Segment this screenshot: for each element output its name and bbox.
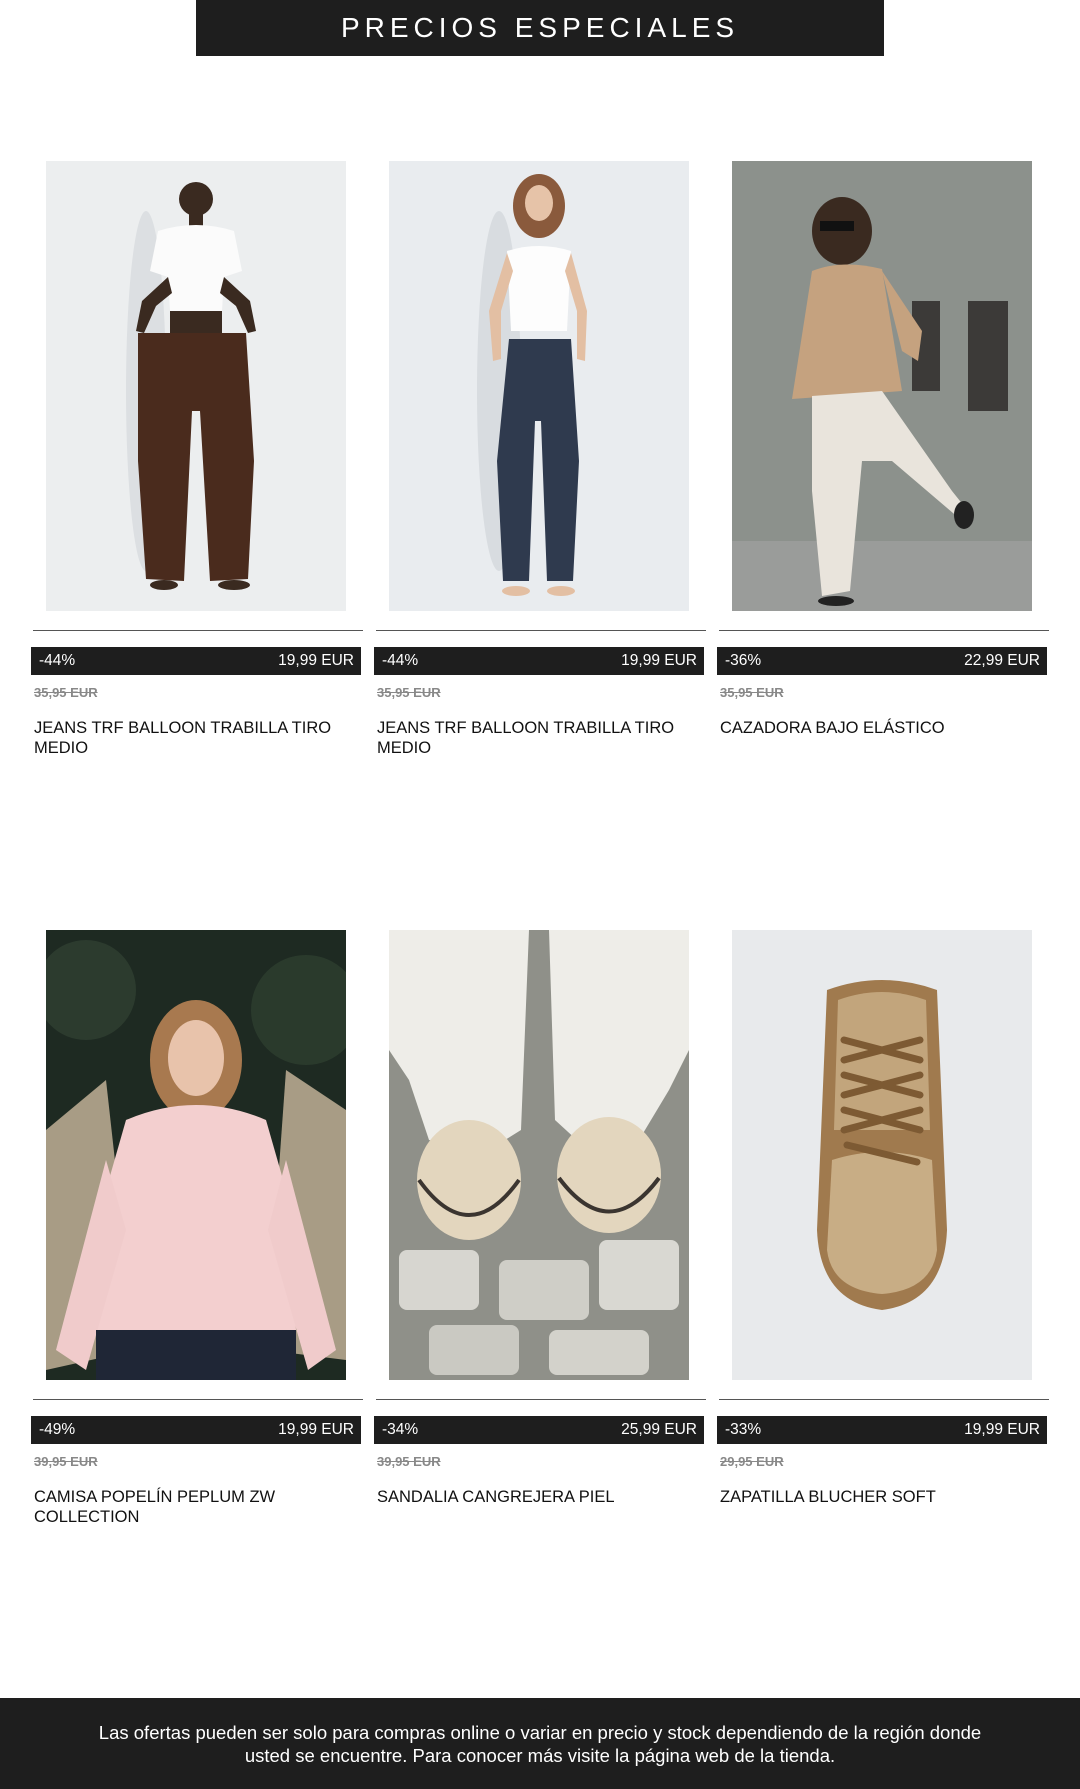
divider [33, 1399, 363, 1400]
dark-blue-jeans-photo [389, 161, 689, 611]
product-image[interactable] [732, 930, 1032, 1380]
original-price: 35,95 EUR [720, 685, 784, 700]
price-bar: -33% 19,99 EUR [717, 1416, 1047, 1444]
discount-badge: -33% [725, 1421, 762, 1438]
page-title: PRECIOS ESPECIALES [340, 12, 740, 43]
header-banner: PRECIOS ESPECIALES [196, 0, 884, 56]
pink-shirt-photo [46, 930, 346, 1380]
price-bar: -44% 19,99 EUR [31, 647, 361, 675]
original-price: 35,95 EUR [34, 685, 98, 700]
discount-badge: -34% [382, 1421, 419, 1438]
divider [719, 630, 1049, 631]
sale-price: 19,99 EUR [621, 652, 697, 669]
original-price: 39,95 EUR [377, 1454, 441, 1469]
product-image[interactable] [46, 930, 346, 1380]
divider [376, 1399, 706, 1400]
footer-disclaimer: Las ofertas pueden ser solo para compras… [0, 1698, 1080, 1789]
brown-wide-jeans-photo [46, 161, 346, 611]
sale-price: 19,99 EUR [278, 1421, 354, 1438]
price-bar: -44% 19,99 EUR [374, 647, 704, 675]
sale-price: 22,99 EUR [964, 652, 1040, 669]
leather-sandals-photo [389, 930, 689, 1380]
product-image[interactable] [389, 930, 689, 1380]
divider [719, 1399, 1049, 1400]
divider [376, 630, 706, 631]
product-image[interactable] [732, 161, 1032, 611]
suede-sneaker-photo [732, 930, 1032, 1380]
product-name[interactable]: CAZADORA BAJO ELÁSTICO [720, 718, 1040, 738]
product-image[interactable] [46, 161, 346, 611]
original-price: 35,95 EUR [377, 685, 441, 700]
divider [33, 630, 363, 631]
beige-jacket-photo [732, 161, 1032, 611]
discount-badge: -36% [725, 652, 762, 669]
sale-price: 25,99 EUR [621, 1421, 697, 1438]
original-price: 29,95 EUR [720, 1454, 784, 1469]
original-price: 39,95 EUR [34, 1454, 98, 1469]
disclaimer-text: Las ofertas pueden ser solo para compras… [98, 1721, 982, 1766]
discount-badge: -44% [39, 652, 76, 669]
product-name[interactable]: ZAPATILLA BLUCHER SOFT [720, 1487, 1040, 1507]
sale-price: 19,99 EUR [964, 1421, 1040, 1438]
price-bar: -49% 19,99 EUR [31, 1416, 361, 1444]
sale-price: 19,99 EUR [278, 652, 354, 669]
product-name[interactable]: CAMISA POPELÍN PEPLUM ZW COLLECTION [34, 1487, 354, 1527]
discount-badge: -44% [382, 652, 419, 669]
product-name[interactable]: JEANS TRF BALLOON TRABILLA TIRO MEDIO [34, 718, 354, 758]
product-name[interactable]: JEANS TRF BALLOON TRABILLA TIRO MEDIO [377, 718, 697, 758]
price-bar: -36% 22,99 EUR [717, 647, 1047, 675]
product-image[interactable] [389, 161, 689, 611]
discount-badge: -49% [39, 1421, 76, 1438]
price-bar: -34% 25,99 EUR [374, 1416, 704, 1444]
product-name[interactable]: SANDALIA CANGREJERA PIEL [377, 1487, 697, 1507]
